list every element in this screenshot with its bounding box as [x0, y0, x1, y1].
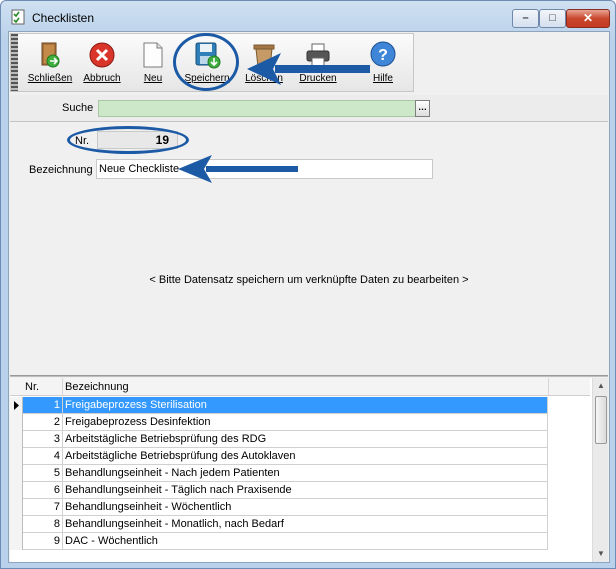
window-title: Checklisten [32, 11, 95, 25]
row-nr: 8 [23, 516, 63, 533]
nr-highlight-circle [67, 126, 189, 154]
row-indicator [10, 465, 23, 482]
column-header-bezeichnung[interactable]: Bezeichnung [65, 381, 129, 393]
row-nr: 3 [23, 431, 63, 448]
scroll-down-icon[interactable]: ▼ [593, 546, 609, 562]
close-icon: ✕ [582, 11, 594, 25]
scroll-thumb[interactable] [595, 396, 607, 444]
svg-text:?: ? [378, 47, 388, 64]
column-divider[interactable] [548, 378, 549, 396]
row-bezeichnung: Behandlungseinheit - Täglich nach Praxis… [63, 482, 548, 499]
grid-header: Nr. Bezeichnung [10, 378, 590, 396]
row-nr: 2 [23, 414, 63, 431]
row-nr: 9 [23, 533, 63, 550]
abbruch-button[interactable]: Abbruch [79, 34, 125, 91]
checklisten-window: Checklisten – □ ✕ Schließen Abbruch Neu … [0, 0, 616, 569]
row-nr: 7 [23, 499, 63, 516]
save-hint-text: < Bitte Datensatz speichern um verknüpft… [149, 274, 469, 286]
cancel-icon [89, 42, 115, 68]
splitter[interactable] [10, 375, 608, 377]
table-row[interactable]: 9 DAC - Wöchentlich [10, 533, 590, 550]
maximize-button[interactable]: □ [539, 9, 566, 28]
speichern-arrow-icon [247, 53, 370, 85]
row-bezeichnung: Arbeitstägliche Betriebsprüfung des RDG [63, 431, 548, 448]
close-window-button[interactable]: ✕ [566, 9, 610, 28]
speichern-highlight-circle [173, 33, 239, 91]
search-label: Suche [62, 102, 94, 114]
title-bar[interactable]: Checklisten – □ ✕ [1, 1, 615, 31]
table-row[interactable]: 5 Behandlungseinheit - Nach jedem Patien… [10, 465, 590, 482]
neu-label: Neu [143, 73, 163, 84]
minimize-icon: – [522, 12, 529, 24]
row-indicator [10, 482, 23, 499]
row-nr: 5 [23, 465, 63, 482]
search-row: Suche … [10, 95, 608, 122]
checklist-app-icon [11, 9, 25, 25]
maximize-icon: □ [549, 12, 556, 24]
detail-form: Nr. 19 Bezeichnung Neue Checkliste < Bit… [10, 124, 608, 376]
row-bezeichnung: Behandlungseinheit - Wöchentlich [63, 499, 548, 516]
table-row[interactable]: 6 Behandlungseinheit - Täglich nach Prax… [10, 482, 590, 499]
table-row[interactable]: 8 Behandlungseinheit - Monatlich, nach B… [10, 516, 590, 533]
row-indicator [10, 431, 23, 448]
checklist-grid: Nr. Bezeichnung 1 Freigabeprozess Steril… [10, 378, 608, 562]
row-bezeichnung: Freigabeprozess Desinfektion [63, 414, 548, 431]
row-nr: 6 [23, 482, 63, 499]
new-document-icon [143, 42, 163, 68]
client-area: Schließen Abbruch Neu Speichern Löschen … [8, 31, 610, 563]
current-row-arrow-icon [14, 401, 19, 410]
table-row[interactable]: 3 Arbeitstägliche Betriebsprüfung des RD… [10, 431, 590, 448]
search-lookup-button[interactable]: … [415, 100, 430, 117]
table-row[interactable]: 7 Behandlungseinheit - Wöchentlich [10, 499, 590, 516]
schliessen-button[interactable]: Schließen [25, 34, 75, 91]
neu-button[interactable]: Neu [131, 34, 175, 91]
table-row[interactable]: 2 Freigabeprozess Desinfektion [10, 414, 590, 431]
row-indicator [10, 533, 23, 550]
row-bezeichnung: Arbeitstägliche Betriebsprüfung des Auto… [63, 448, 548, 465]
table-row[interactable]: 4 Arbeitstägliche Betriebsprüfung des Au… [10, 448, 590, 465]
row-bezeichnung: Behandlungseinheit - Nach jedem Patiente… [63, 465, 548, 482]
search-input[interactable] [98, 100, 416, 117]
table-row[interactable]: 1 Freigabeprozess Sterilisation [10, 397, 590, 414]
vertical-scrollbar[interactable]: ▲ ▼ [592, 378, 608, 562]
row-nr: 1 [23, 397, 63, 414]
row-indicator [10, 448, 23, 465]
row-indicator [10, 516, 23, 533]
row-indicator [10, 397, 23, 414]
minimize-button[interactable]: – [512, 9, 539, 28]
row-bezeichnung: DAC - Wöchentlich [63, 533, 548, 550]
row-indicator [10, 414, 23, 431]
bezeichnung-label: Bezeichnung [29, 164, 93, 176]
column-divider[interactable] [62, 378, 63, 396]
row-bezeichnung: Freigabeprozess Sterilisation [63, 397, 548, 414]
column-header-nr[interactable]: Nr. [25, 381, 39, 393]
abbruch-label: Abbruch [83, 73, 121, 84]
row-bezeichnung: Behandlungseinheit - Monatlich, nach Bed… [63, 516, 548, 533]
toolbar-grip[interactable] [11, 34, 18, 91]
row-indicator [10, 499, 23, 516]
door-exit-icon [41, 42, 60, 68]
bezeichnung-arrow-icon [178, 155, 298, 183]
scroll-up-icon[interactable]: ▲ [593, 378, 609, 394]
row-nr: 4 [23, 448, 63, 465]
schliessen-label: Schließen [27, 73, 73, 84]
